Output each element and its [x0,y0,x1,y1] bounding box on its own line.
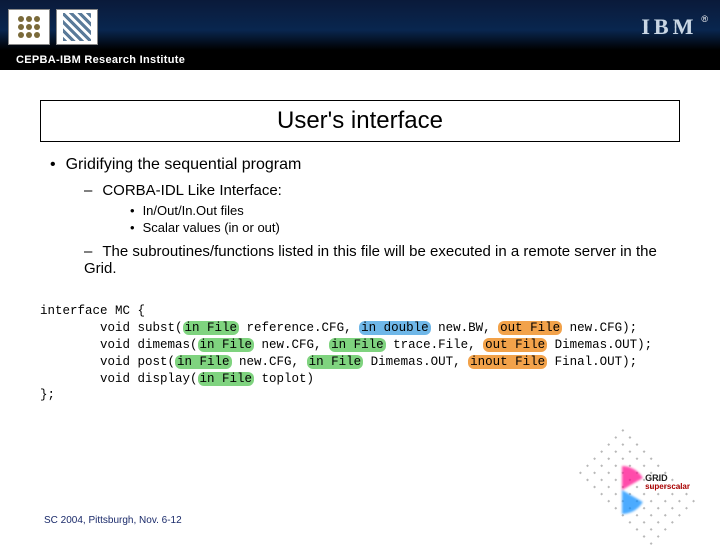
code-seg: Dimemas.OUT, [363,355,468,369]
ibm-logo-group: IBM ® [641,14,708,40]
hl-in-file: in File [329,338,386,352]
cepba-logo [56,9,98,45]
code-seg: reference.CFG, [239,321,359,335]
grid-logo-text: GRID superscalar [645,474,690,491]
hl-inout-file: inout File [468,355,547,369]
bullet-l2b: The subroutines/functions listed in this… [84,243,670,277]
bullet-l1: Gridifying the sequential program [50,156,670,174]
bullet-l2a: CORBA-IDL Like Interface: [84,182,670,199]
code-seg: void post( [40,355,175,369]
slide-title-box: User's interface [40,100,680,142]
code-line: interface MC { [40,304,145,318]
hl-in-file: in File [307,355,364,369]
bullet-l3a-text: In/Out/In.Out files [143,203,244,218]
code-seg: void display( [40,372,198,386]
code-seg: Dimemas.OUT); [547,338,652,352]
grid-logo-bottom: superscalar [645,483,690,491]
bullet-l3b-text: Scalar values (in or out) [143,220,280,235]
code-seg: toplot) [254,372,314,386]
upc-logo [8,9,50,45]
hl-out-file: out File [498,321,562,335]
left-logos [8,9,98,45]
hl-in-double: in double [359,321,431,335]
idl-code-block: interface MC { void subst(in File refere… [40,303,720,404]
slide-title: User's interface [277,107,443,134]
content-area: Gridifying the sequential program CORBA-… [0,156,720,277]
grid-swirl-icon [598,466,646,514]
bullet-l2b-text: The subroutines/functions listed in this… [84,243,657,277]
hl-in-file: in File [183,321,240,335]
footer-text: SC 2004, Pittsburgh, Nov. 6-12 [44,515,182,526]
dash-icon [84,182,102,199]
code-seg: Final.OUT); [547,355,637,369]
code-seg: trace.File, [386,338,484,352]
code-seg: new.CFG); [562,321,637,335]
code-line: }; [40,388,55,402]
hl-in-file: in File [175,355,232,369]
code-seg: new.CFG, [232,355,307,369]
bullet-dot-icon [130,203,143,218]
bullet-dot-icon [130,220,143,235]
code-seg: void dimemas( [40,338,198,352]
bullet-l3a: In/Out/In.Out files [130,203,670,218]
header-bar: IBM ® [0,0,720,50]
hl-in-file: in File [198,372,255,386]
bullet-l3b: Scalar values (in or out) [130,220,670,235]
registered-mark: ® [701,14,708,24]
bullet-l2a-text: CORBA-IDL Like Interface: [102,182,282,199]
bullet-dot-icon [50,156,66,173]
grid-superscalar-logo: GRID superscalar [582,452,692,522]
bullet-l1-text: Gridifying the sequential program [66,156,302,173]
dash-icon [84,243,102,260]
ibm-logo: IBM [641,14,697,40]
code-seg: void subst( [40,321,183,335]
hl-in-file: in File [198,338,255,352]
hl-out-file: out File [483,338,547,352]
institute-name: CEPBA-IBM Research Institute [16,54,185,66]
institute-bar: CEPBA-IBM Research Institute [0,50,720,70]
code-seg: new.BW, [431,321,499,335]
code-seg: new.CFG, [254,338,329,352]
